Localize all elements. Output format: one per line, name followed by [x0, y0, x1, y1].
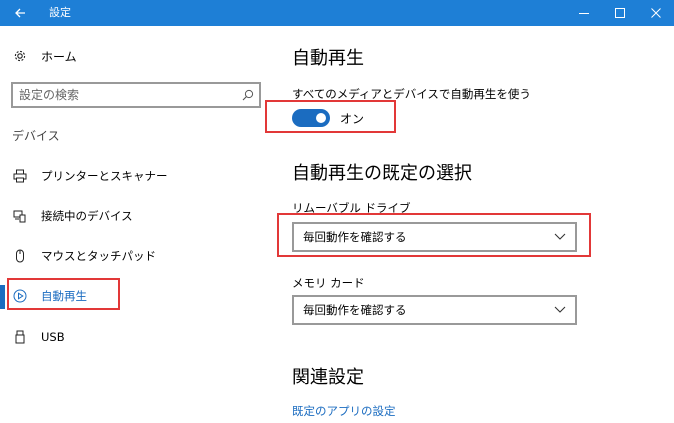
printer-icon — [12, 168, 28, 184]
sidebar-item-label: USB — [41, 330, 65, 344]
removable-drive-value: 毎回動作を確認する — [303, 230, 407, 244]
back-arrow-icon — [15, 8, 25, 18]
sidebar-item-mouse[interactable]: マウスとタッチパッド — [12, 245, 156, 267]
chevron-down-icon — [553, 304, 567, 316]
search-icon — [242, 89, 254, 101]
title-bar: 設定 — [0, 0, 674, 26]
nav-home-label: ホーム — [41, 49, 77, 64]
sidebar-item-label: プリンターとスキャナー — [41, 169, 168, 183]
connected-devices-icon — [12, 208, 28, 224]
autoplay-heading: 自動再生 — [292, 48, 364, 69]
search-box — [11, 82, 261, 108]
toggle-knob — [316, 113, 326, 123]
back-button[interactable] — [0, 0, 40, 26]
autoplay-toggle-label: すべてのメディアとデバイスで自動再生を使う — [292, 87, 531, 101]
autoplay-icon — [12, 288, 28, 304]
search-input[interactable] — [19, 84, 229, 106]
settings-window: 設定 ホーム 設定の検索 デバイス プリンターとスキャナー 接続中のデバイス マ… — [0, 0, 674, 423]
maximize-icon — [615, 8, 625, 18]
search-button[interactable] — [240, 87, 256, 103]
sidebar-item-label: マウスとタッチパッド — [41, 249, 156, 263]
toggle-state-label: オン — [340, 112, 365, 126]
related-settings-heading: 関連設定 — [292, 367, 364, 388]
memory-card-label: メモリ カード — [292, 276, 365, 290]
window-title: 設定 — [49, 6, 71, 19]
sidebar-item-usb[interactable]: USB — [12, 326, 65, 348]
removable-drive-label: リムーバブル ドライブ — [292, 201, 411, 215]
sidebar-item-label: 自動再生 — [41, 289, 87, 303]
active-indicator — [0, 285, 5, 309]
highlight-box-toggle — [265, 100, 396, 133]
memory-card-select[interactable]: 毎回動作を確認する — [292, 295, 577, 325]
sidebar-item-label: 接続中のデバイス — [41, 209, 133, 223]
chevron-down-icon — [553, 231, 567, 243]
autoplay-toggle[interactable] — [292, 109, 330, 127]
maximize-button[interactable] — [602, 0, 638, 26]
sidebar-item-autoplay[interactable]: 自動再生 — [12, 285, 87, 307]
minimize-button[interactable] — [566, 0, 602, 26]
sidebar-item-printers[interactable]: プリンターとスキャナー — [12, 165, 168, 187]
close-button[interactable] — [638, 0, 674, 26]
gear-icon — [12, 48, 28, 64]
memory-card-value: 毎回動作を確認する — [303, 303, 407, 317]
mouse-icon — [12, 248, 28, 264]
minimize-icon — [579, 13, 589, 14]
close-icon — [651, 8, 661, 18]
usb-icon — [12, 329, 28, 345]
defaults-heading: 自動再生の既定の選択 — [292, 163, 472, 184]
removable-drive-select[interactable]: 毎回動作を確認する — [292, 222, 577, 252]
nav-home[interactable]: ホーム — [12, 46, 77, 66]
sidebar-item-connected-devices[interactable]: 接続中のデバイス — [12, 205, 133, 227]
default-apps-link[interactable]: 既定のアプリの設定 — [292, 403, 396, 419]
section-label-devices: デバイス — [12, 129, 60, 143]
